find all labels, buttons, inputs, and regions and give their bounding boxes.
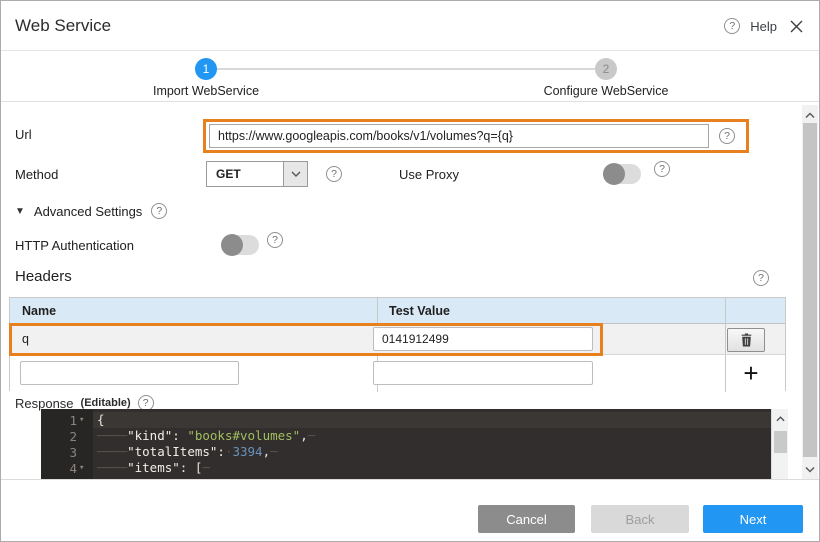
gutter-line-number: 2	[41, 428, 93, 444]
url-label: Url	[15, 127, 32, 142]
chevron-down-icon[interactable]	[283, 162, 307, 186]
method-help-icon[interactable]	[326, 166, 342, 182]
header-name-value[interactable]: q	[22, 332, 29, 346]
footer-bar: Cancel Back Next	[1, 479, 819, 542]
method-label: Method	[15, 167, 58, 182]
fold-caret-icon[interactable]: ▾	[79, 463, 89, 473]
scroll-up-icon[interactable]	[802, 107, 818, 123]
method-dropdown[interactable]: GET	[206, 161, 308, 187]
delete-row-button[interactable]	[727, 328, 765, 352]
step-2-circle[interactable]: 2	[595, 58, 617, 80]
http-auth-label: HTTP Authentication	[15, 238, 134, 253]
code-line[interactable]: ────"items": [─	[93, 460, 771, 476]
table-header-row: Name Test Value	[10, 298, 785, 324]
close-icon[interactable]	[787, 17, 805, 35]
step-1-label: Import WebService	[153, 84, 259, 98]
response-code-editor[interactable]: 1▾234▾ {────"kind": "books#volumes",────…	[41, 409, 771, 479]
table-new-row: +	[10, 355, 785, 392]
scroll-down-icon[interactable]	[802, 461, 818, 477]
advanced-settings-help-icon[interactable]	[151, 203, 167, 219]
code-lines[interactable]: {────"kind": "books#volumes",─────"total…	[93, 409, 771, 479]
advanced-settings-label: Advanced Settings	[34, 204, 142, 219]
advanced-settings-toggle[interactable]: ▼ Advanced Settings	[15, 203, 167, 219]
step-2-label: Configure WebService	[544, 84, 669, 98]
title-bar: Web Service Help	[1, 1, 819, 51]
gutter-line-number: 3	[41, 444, 93, 460]
new-header-test-value-input[interactable]	[373, 361, 593, 385]
http-auth-toggle[interactable]	[221, 235, 259, 255]
stepper-connector	[216, 68, 596, 70]
help-link[interactable]: Help	[750, 19, 777, 34]
use-proxy-help-icon[interactable]	[654, 161, 670, 177]
column-header-name: Name	[10, 298, 377, 323]
new-header-name-input[interactable]	[20, 361, 239, 385]
cancel-button[interactable]: Cancel	[478, 505, 575, 533]
wizard-stepper: 1 2 Import WebService Configure WebServi…	[1, 52, 819, 102]
headers-section-title: Headers	[15, 268, 72, 285]
next-button[interactable]: Next	[703, 505, 803, 533]
headers-table: Name Test Value q +	[9, 297, 786, 391]
trash-icon	[740, 333, 753, 347]
content-panel: Url Method GET Use Proxy ▼ Advanced Sett…	[1, 103, 819, 479]
section-collapse-caret-icon[interactable]: ▼	[15, 206, 25, 217]
url-input[interactable]	[209, 124, 709, 148]
header-test-value-input[interactable]	[373, 327, 593, 351]
headers-help-icon[interactable]	[753, 270, 769, 286]
step-1-circle[interactable]: 1	[195, 58, 217, 80]
response-editable-label: (Editable)	[81, 397, 131, 409]
web-service-dialog: Web Service Help 1 2 Import WebService C…	[0, 0, 820, 542]
add-row-button[interactable]: +	[736, 358, 766, 388]
help-icon[interactable]	[724, 18, 740, 34]
code-line[interactable]: ────"kind": "books#volumes",─	[93, 428, 771, 444]
editor-scroll-up-icon[interactable]	[772, 411, 788, 427]
code-line[interactable]: {	[93, 412, 771, 428]
editor-scrollbar-thumb[interactable]	[774, 431, 787, 453]
use-proxy-label: Use Proxy	[399, 167, 459, 182]
http-auth-help-icon[interactable]	[267, 232, 283, 248]
table-row: q	[10, 324, 785, 355]
main-scrollbar[interactable]	[802, 105, 818, 479]
editor-scrollbar[interactable]	[771, 409, 788, 479]
code-gutter: 1▾234▾	[41, 409, 93, 479]
gutter-line-number: 4▾	[41, 460, 93, 476]
url-help-icon[interactable]	[719, 128, 735, 144]
column-header-test-value: Test Value	[377, 298, 725, 323]
fold-caret-icon[interactable]: ▾	[79, 415, 89, 425]
url-highlight-box	[203, 119, 749, 153]
use-proxy-toggle[interactable]	[603, 164, 641, 184]
main-scrollbar-thumb[interactable]	[803, 123, 817, 457]
dialog-title: Web Service	[15, 16, 111, 36]
method-selected-value: GET	[207, 167, 283, 181]
gutter-line-number: 1▾	[41, 412, 93, 428]
back-button[interactable]: Back	[591, 505, 689, 533]
code-line[interactable]: ────"totalItems":·3394,─	[93, 444, 771, 460]
